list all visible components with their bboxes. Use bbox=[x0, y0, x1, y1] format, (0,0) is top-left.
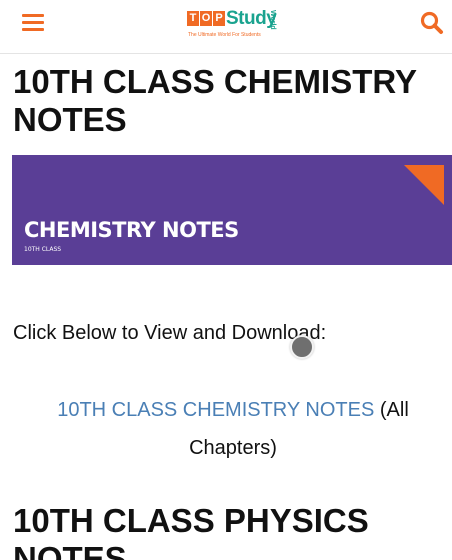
banner-subtitle: 10TH CLASS bbox=[24, 246, 62, 253]
banner-title: CHEMISTRY NOTES bbox=[24, 218, 239, 242]
hamburger-menu-icon[interactable] bbox=[22, 12, 46, 34]
next-section-title: 10TH CLASS PHYSICS NOTES bbox=[13, 502, 369, 560]
logo-tagline: The Ultimate World For Students bbox=[188, 32, 261, 38]
download-link-paragraph: 10TH CLASS CHEMISTRY NOTES (All Chapters… bbox=[13, 391, 452, 467]
logo-letter: O bbox=[200, 11, 212, 26]
chemistry-notes-download-link[interactable]: 10TH CLASS CHEMISTRY NOTES bbox=[57, 399, 374, 421]
top-header: T O P Study World The Ultimate World For… bbox=[0, 0, 452, 54]
logo-letter: P bbox=[213, 11, 225, 26]
search-icon[interactable] bbox=[419, 10, 445, 36]
featured-banner-image: CHEMISTRY NOTES 10TH CLASS bbox=[12, 155, 452, 265]
banner-corner-triangle bbox=[404, 165, 444, 210]
intro-text: Click Below to View and Download: bbox=[13, 322, 327, 344]
logo-top-letters: T O P bbox=[187, 11, 226, 26]
logo-world-text: World bbox=[269, 10, 276, 30]
logo-letter: T bbox=[187, 11, 199, 26]
page-title: 10TH CLASS CHEMISTRY NOTES bbox=[13, 63, 417, 138]
touch-cursor-indicator bbox=[290, 335, 314, 359]
site-logo[interactable]: T O P Study World The Ultimate World For… bbox=[186, 8, 282, 42]
